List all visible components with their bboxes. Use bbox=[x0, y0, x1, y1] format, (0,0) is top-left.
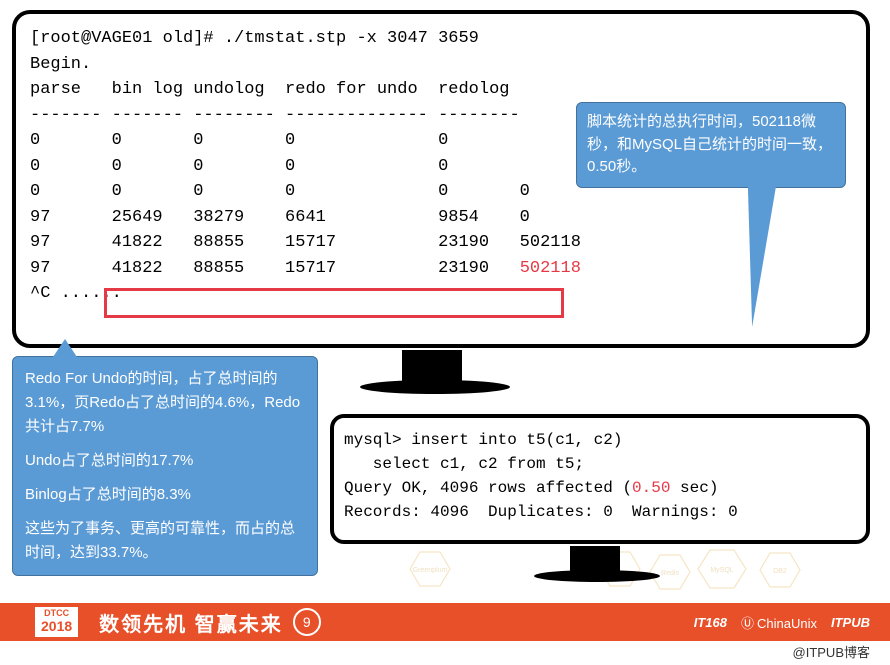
callout-left-annotation: Redo For Undo的时间，占了总时间的3.1%，页Redo占了总时间的4… bbox=[12, 356, 318, 576]
monitor-stand-bottom bbox=[570, 546, 620, 572]
footer-brands: IT168 ChinaUnix ITPUB bbox=[694, 613, 870, 632]
brand-chinaunix: ChinaUnix bbox=[741, 613, 817, 632]
monitor-stand-top bbox=[402, 350, 462, 382]
footer-slogan: 数领先机 智赢未来 bbox=[99, 608, 283, 637]
monitor-base-top bbox=[360, 380, 510, 394]
terminal-bottom-monitor: mysql> insert into t5(c1, c2) select c1,… bbox=[330, 414, 870, 544]
svg-text:DB2: DB2 bbox=[773, 568, 787, 575]
footer-top-row: DTCC 2018 数领先机 智赢未来 9 IT168 ChinaUnix IT… bbox=[0, 603, 890, 641]
callout-right-annotation: 脚本统计的总执行时间，502118微秒，和MySQL自己统计的时间一致，0.50… bbox=[576, 102, 846, 188]
highlighted-duration: 0.50 bbox=[632, 479, 670, 497]
footer-copyright: @ITPUB博客 bbox=[0, 641, 890, 665]
svg-text:MySQL: MySQL bbox=[710, 567, 733, 574]
svg-text:Greenplum: Greenplum bbox=[413, 567, 448, 574]
svg-text:Redis: Redis bbox=[661, 570, 679, 577]
terminal-bottom-content: mysql> insert into t5(c1, c2) select c1,… bbox=[344, 428, 856, 524]
brand-itpub: ITPUB bbox=[831, 615, 870, 630]
footer-nine-icon: 9 bbox=[293, 608, 321, 636]
footer-year-badge: DTCC 2018 bbox=[34, 606, 79, 637]
highlighted-total: 502118 bbox=[520, 259, 581, 278]
monitor-base-bottom bbox=[534, 570, 660, 582]
brand-it168: IT168 bbox=[694, 615, 727, 630]
footer-bar: DTCC 2018 数领先机 智赢未来 9 IT168 ChinaUnix IT… bbox=[0, 603, 890, 665]
